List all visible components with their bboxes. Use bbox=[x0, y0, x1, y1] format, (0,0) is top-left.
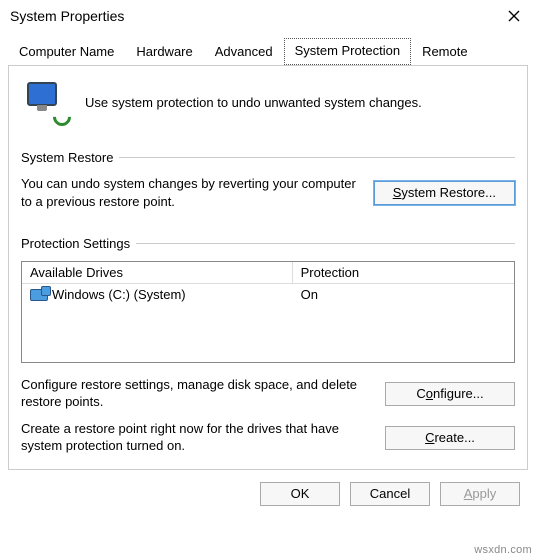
tab-remote[interactable]: Remote bbox=[411, 39, 479, 65]
table-row[interactable]: Windows (C:) (System) On bbox=[22, 284, 514, 305]
divider bbox=[119, 157, 515, 158]
system-protection-icon bbox=[27, 82, 67, 122]
col-protection: Protection bbox=[293, 262, 514, 283]
drives-table-header: Available Drives Protection bbox=[22, 262, 514, 284]
configure-button[interactable]: Configure... bbox=[385, 382, 515, 406]
configure-row: Configure restore settings, manage disk … bbox=[21, 377, 515, 411]
tab-advanced[interactable]: Advanced bbox=[204, 39, 284, 65]
create-button[interactable]: Create... bbox=[385, 426, 515, 450]
watermark: wsxdn.com bbox=[474, 544, 532, 556]
window-title: System Properties bbox=[10, 8, 124, 24]
configure-desc: Configure restore settings, manage disk … bbox=[21, 377, 371, 411]
tab-system-protection[interactable]: System Protection bbox=[284, 38, 412, 65]
ok-button[interactable]: OK bbox=[260, 482, 340, 506]
close-button[interactable] bbox=[492, 0, 536, 32]
drives-table: Available Drives Protection Windows (C:)… bbox=[21, 261, 515, 363]
drive-name-cell: Windows (C:) (System) bbox=[22, 286, 293, 303]
dialog-button-bar: OK Cancel Apply bbox=[0, 470, 536, 506]
hero-text: Use system protection to undo unwanted s… bbox=[85, 95, 422, 110]
apply-button: Apply bbox=[440, 482, 520, 506]
drive-name: Windows (C:) (System) bbox=[52, 287, 186, 302]
hero-row: Use system protection to undo unwanted s… bbox=[27, 82, 511, 122]
drive-status-cell: On bbox=[293, 286, 514, 303]
col-available-drives: Available Drives bbox=[22, 262, 293, 283]
tabs-row: Computer Name Hardware Advanced System P… bbox=[8, 38, 528, 65]
group-system-restore-title: System Restore bbox=[21, 150, 113, 165]
cancel-button[interactable]: Cancel bbox=[350, 482, 430, 506]
tab-hardware[interactable]: Hardware bbox=[125, 39, 203, 65]
restore-desc: You can undo system changes by reverting… bbox=[21, 175, 360, 210]
close-icon bbox=[508, 10, 520, 22]
title-bar: System Properties bbox=[0, 0, 536, 32]
divider bbox=[136, 243, 515, 244]
create-desc: Create a restore point right now for the… bbox=[21, 421, 371, 455]
tab-body: Use system protection to undo unwanted s… bbox=[8, 65, 528, 470]
tab-computer-name[interactable]: Computer Name bbox=[8, 39, 125, 65]
create-row: Create a restore point right now for the… bbox=[21, 421, 515, 455]
group-protection-settings: Protection Settings bbox=[21, 236, 515, 251]
group-system-restore: System Restore bbox=[21, 150, 515, 165]
drives-table-body[interactable]: Windows (C:) (System) On bbox=[22, 284, 514, 362]
restore-row: You can undo system changes by reverting… bbox=[21, 175, 515, 210]
group-protection-title: Protection Settings bbox=[21, 236, 130, 251]
system-restore-button[interactable]: System Restore... bbox=[374, 181, 515, 205]
drive-icon bbox=[30, 289, 48, 301]
